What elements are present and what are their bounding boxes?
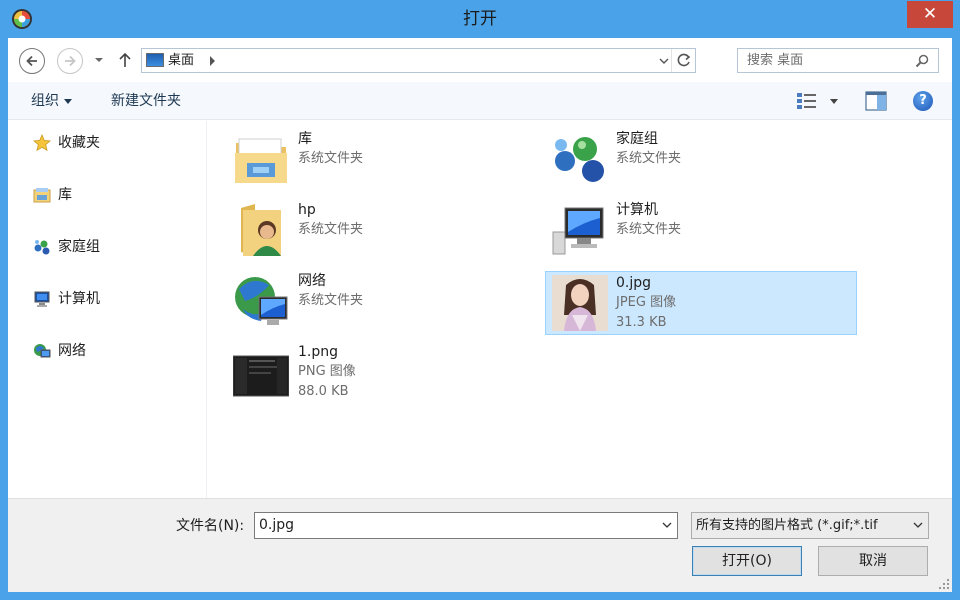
- forward-button[interactable]: [57, 48, 83, 74]
- sidebar-item-computer[interactable]: 计算机: [33, 287, 203, 311]
- back-arrow-icon: [26, 55, 37, 67]
- sidebar-item-label: 网络: [58, 343, 86, 359]
- file-item-computer[interactable]: 计算机 系统文件夹: [526, 198, 838, 262]
- address-text[interactable]: 桌面: [168, 49, 194, 72]
- file-name: hp: [298, 202, 316, 218]
- search-icon[interactable]: [914, 53, 930, 69]
- navigation-pane: 收藏夹 库 家庭组 计算机 网络: [8, 121, 207, 498]
- file-item-library[interactable]: 库 系统文件夹: [208, 127, 520, 191]
- homegroup-icon: [555, 137, 604, 182]
- dialog-client: 桌面 搜索 桌面 组织 新建文件夹 ? 收藏夹 库 家庭组 计算机 网络 库 系…: [8, 38, 952, 592]
- file-type: JPEG 图像: [616, 295, 677, 310]
- organize-label: 组织: [31, 93, 59, 109]
- refresh-button[interactable]: [671, 49, 695, 72]
- forward-arrow-icon: [65, 55, 76, 67]
- search-box[interactable]: 搜索 桌面: [737, 48, 939, 73]
- network-icon: [34, 344, 51, 358]
- file-name: 计算机: [616, 202, 658, 218]
- back-button[interactable]: [19, 48, 45, 74]
- cancel-button[interactable]: 取消: [818, 546, 928, 576]
- sidebar-item-library[interactable]: 库: [33, 183, 203, 207]
- dialog-footer: 文件名(N): 0.jpg 所有支持的图片格式 (*.gif;*.tif 打开(…: [8, 498, 952, 592]
- user-folder-icon: [241, 204, 281, 256]
- sidebar-item-label: 收藏夹: [58, 135, 100, 151]
- file-type: PNG 图像: [298, 364, 356, 379]
- breadcrumb-chevron-icon[interactable]: [210, 56, 215, 66]
- file-item-homegroup[interactable]: 家庭组 系统文件夹: [526, 127, 838, 191]
- view-dropdown-icon[interactable]: [830, 99, 838, 104]
- file-name: 库: [298, 131, 312, 147]
- filename-value[interactable]: 0.jpg: [259, 513, 294, 538]
- file-item-hp[interactable]: hp 系统文件夹: [208, 198, 520, 262]
- network-icon: [235, 277, 288, 325]
- library-folder-icon: [235, 138, 287, 183]
- chevron-down-icon: [64, 98, 72, 104]
- filename-label: 文件名(N):: [176, 518, 245, 534]
- filetype-select[interactable]: 所有支持的图片格式 (*.gif;*.tif: [691, 512, 929, 539]
- file-type: 系统文件夹: [298, 222, 364, 237]
- file-list: 库 系统文件夹 家庭组 系统文件夹 hp 系统文件夹 计算机 系统文件夹 网络 …: [208, 121, 952, 498]
- title-bar[interactable]: 打开 ✕: [0, 0, 960, 38]
- file-size: 31.3 KB: [616, 315, 667, 330]
- file-name: 1.png: [298, 344, 339, 360]
- file-item-0-jpg[interactable]: 0.jpg JPEG 图像 31.3 KB: [545, 271, 857, 335]
- close-button[interactable]: ✕: [907, 1, 953, 28]
- library-icon: [33, 188, 51, 203]
- address-dropdown-icon[interactable]: [657, 54, 671, 68]
- filename-input[interactable]: 0.jpg: [254, 512, 678, 539]
- open-dialog: 打开 ✕ 桌面 搜索 桌面 组织 新建文件夹 ? 收藏夹 库 家庭组 计算机 网…: [0, 0, 960, 600]
- sidebar-item-network[interactable]: 网络: [33, 339, 203, 363]
- desktop-icon: [146, 53, 164, 67]
- file-name: 0.jpg: [616, 275, 652, 291]
- up-button[interactable]: [116, 50, 134, 70]
- organize-menu[interactable]: 组织: [31, 82, 72, 120]
- file-type: 系统文件夹: [298, 151, 364, 166]
- search-input[interactable]: 搜索 桌面: [747, 49, 803, 72]
- file-size: 88.0 KB: [298, 384, 349, 399]
- computer-icon: [34, 291, 50, 307]
- file-item-network[interactable]: 网络 系统文件夹: [208, 269, 520, 333]
- screenshot-thumbnail: [233, 355, 289, 397]
- sidebar-item-label: 库: [58, 187, 72, 203]
- command-toolbar: 组织 新建文件夹 ?: [8, 82, 952, 120]
- chevron-down-icon[interactable]: [913, 521, 923, 529]
- open-button[interactable]: 打开(O): [692, 546, 802, 576]
- star-icon: [33, 134, 51, 152]
- navigation-bar: 桌面 搜索 桌面: [8, 38, 952, 82]
- file-name: 家庭组: [616, 131, 658, 147]
- new-folder-button[interactable]: 新建文件夹: [111, 82, 181, 120]
- recent-locations-dropdown[interactable]: [93, 52, 105, 68]
- image-thumbnail: [552, 275, 608, 331]
- file-type: 系统文件夹: [616, 151, 682, 166]
- file-type: 系统文件夹: [616, 222, 682, 237]
- chevron-down-icon[interactable]: [662, 521, 672, 529]
- preview-pane-icon[interactable]: [865, 91, 887, 111]
- sidebar-item-homegroup[interactable]: 家庭组: [33, 235, 203, 259]
- sidebar-item-label: 计算机: [58, 291, 100, 307]
- file-name: 网络: [298, 273, 326, 289]
- help-icon[interactable]: ?: [913, 91, 933, 111]
- address-bar[interactable]: 桌面: [141, 48, 696, 73]
- sidebar-item-favorites[interactable]: 收藏夹: [33, 131, 203, 155]
- filetype-value: 所有支持的图片格式 (*.gif;*.tif: [696, 518, 878, 533]
- window-title: 打开: [463, 9, 497, 29]
- view-options-icon[interactable]: [796, 92, 818, 110]
- file-type: 系统文件夹: [298, 293, 364, 308]
- file-item-1-png[interactable]: 1.png PNG 图像 88.0 KB: [208, 340, 520, 404]
- resize-grip-icon[interactable]: [938, 578, 950, 590]
- sidebar-item-label: 家庭组: [58, 239, 100, 255]
- computer-icon: [552, 207, 604, 255]
- refresh-icon: [677, 53, 691, 67]
- homegroup-icon: [34, 240, 50, 255]
